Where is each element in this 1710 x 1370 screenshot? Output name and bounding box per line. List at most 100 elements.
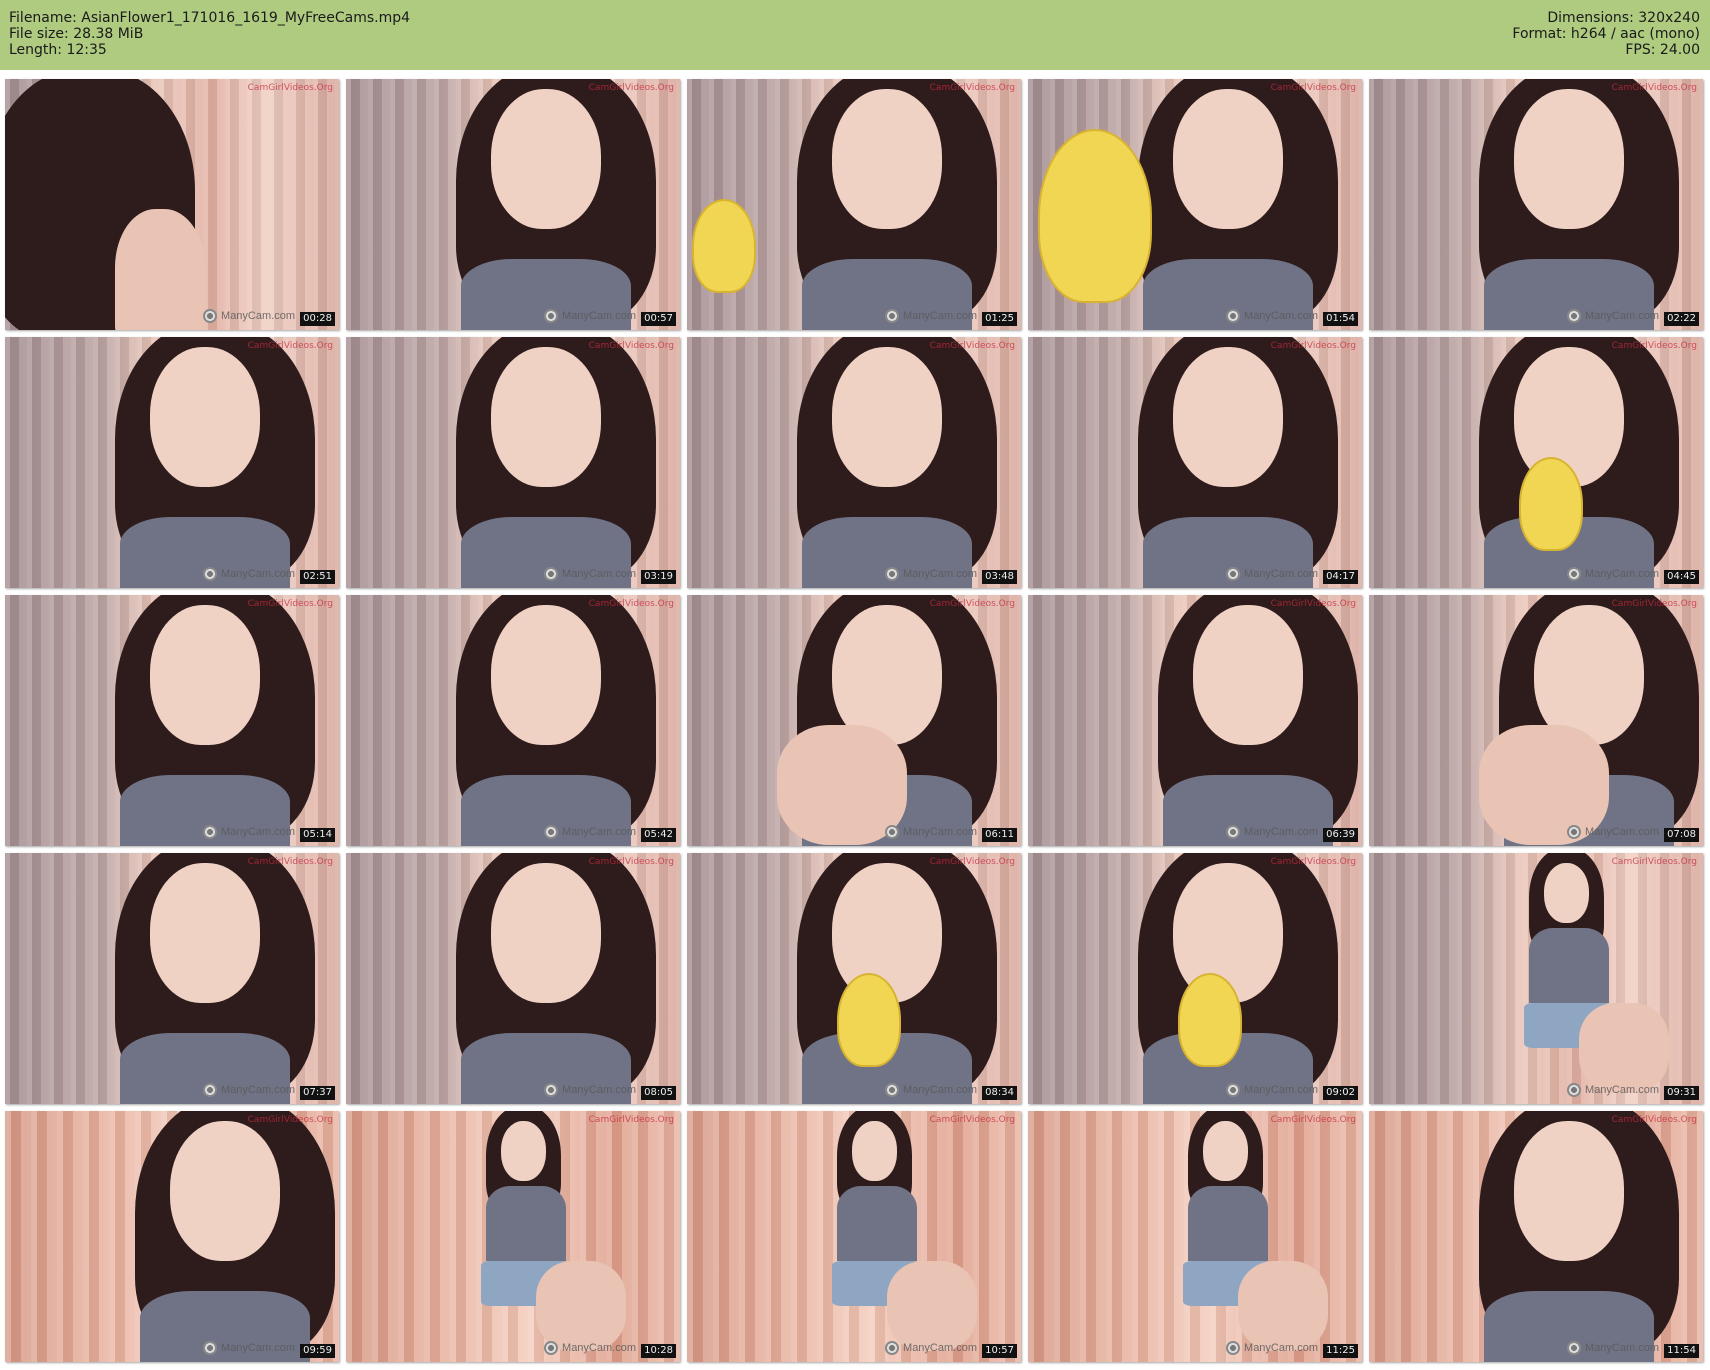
fps-label: FPS: 24.00 <box>1625 42 1700 58</box>
webcam-icon <box>203 309 218 323</box>
video-frame-thumbnail[interactable]: CamGirlVideos.Org ManyCam.com 10:57 <box>687 1111 1021 1362</box>
cam-watermark: ManyCam.com <box>1226 567 1318 581</box>
timestamp-label: 03:48 <box>982 570 1017 584</box>
webcam-icon <box>1226 1341 1241 1355</box>
video-frame-thumbnail[interactable]: CamGirlVideos.Org ManyCam.com 03:48 <box>687 337 1021 588</box>
site-watermark: CamGirlVideos.Org <box>929 1115 1015 1125</box>
video-frame-thumbnail[interactable]: CamGirlVideos.Org ManyCam.com 08:05 <box>346 853 680 1104</box>
cam-watermark: ManyCam.com <box>885 1083 977 1097</box>
face-shape <box>1173 347 1283 487</box>
file-meta-right: Dimensions: 320x240 Format: h264 / aac (… <box>1512 10 1700 58</box>
filesize-label: File size: 28.38 MiB <box>9 26 144 42</box>
video-frame-thumbnail[interactable]: CamGirlVideos.Org ManyCam.com 00:28 <box>5 79 339 330</box>
cam-watermark-label: ManyCam.com <box>562 310 636 322</box>
cam-watermark-label: ManyCam.com <box>562 1084 636 1096</box>
video-frame-thumbnail[interactable]: CamGirlVideos.Org ManyCam.com 05:14 <box>5 595 339 846</box>
webcam-icon <box>544 1083 559 1097</box>
timestamp-label: 01:25 <box>982 312 1017 326</box>
webcam-icon <box>1226 309 1241 323</box>
site-watermark: CamGirlVideos.Org <box>929 83 1015 93</box>
face-shape <box>1514 1121 1624 1261</box>
timestamp-label: 10:57 <box>982 1344 1017 1358</box>
webcam-icon <box>544 825 559 839</box>
site-watermark: CamGirlVideos.Org <box>1611 599 1697 609</box>
video-frame-thumbnail[interactable]: CamGirlVideos.Org ManyCam.com 00:57 <box>346 79 680 330</box>
face-shape <box>170 1121 280 1261</box>
banana-shape <box>1038 129 1152 303</box>
face-shape <box>832 605 942 745</box>
site-watermark: CamGirlVideos.Org <box>1611 83 1697 93</box>
video-frame-thumbnail[interactable]: CamGirlVideos.Org ManyCam.com 05:42 <box>346 595 680 846</box>
leg-shape <box>1238 1261 1328 1351</box>
face-shape <box>150 863 260 1003</box>
webcam-icon <box>203 1341 218 1355</box>
video-frame-thumbnail[interactable]: CamGirlVideos.Org ManyCam.com 01:25 <box>687 79 1021 330</box>
cam-watermark: ManyCam.com <box>203 1083 295 1097</box>
video-frame-thumbnail[interactable]: CamGirlVideos.Org ManyCam.com 06:11 <box>687 595 1021 846</box>
video-frame-thumbnail[interactable]: CamGirlVideos.Org ManyCam.com 10:28 <box>346 1111 680 1362</box>
format-label: Format: h264 / aac (mono) <box>1512 26 1700 42</box>
video-frame-thumbnail[interactable]: CamGirlVideos.Org ManyCam.com 01:54 <box>1028 79 1362 330</box>
banana-shape <box>1519 457 1583 551</box>
face-shape <box>852 1121 897 1181</box>
face-shape <box>1193 605 1303 745</box>
timestamp-label: 04:45 <box>1664 570 1699 584</box>
cam-watermark-label: ManyCam.com <box>1244 1342 1318 1354</box>
video-frame-thumbnail[interactable]: CamGirlVideos.Org ManyCam.com 09:59 <box>5 1111 339 1362</box>
timestamp-label: 05:42 <box>641 828 676 842</box>
timestamp-label: 09:02 <box>1323 1086 1358 1100</box>
cam-watermark: ManyCam.com <box>544 309 636 323</box>
cam-watermark-label: ManyCam.com <box>903 1084 977 1096</box>
video-frame-thumbnail[interactable]: CamGirlVideos.Org ManyCam.com 09:31 <box>1369 853 1703 1104</box>
length-label: Length: 12:35 <box>9 42 107 58</box>
site-watermark: CamGirlVideos.Org <box>588 83 674 93</box>
face-shape <box>1514 89 1624 229</box>
face-shape <box>491 863 601 1003</box>
video-frame-thumbnail[interactable]: CamGirlVideos.Org ManyCam.com 03:19 <box>346 337 680 588</box>
video-frame-thumbnail[interactable]: CamGirlVideos.Org ManyCam.com 02:51 <box>5 337 339 588</box>
info-header: Filename: AsianFlower1_171016_1619_MyFre… <box>0 0 1710 70</box>
video-frame-thumbnail[interactable]: CamGirlVideos.Org ManyCam.com 06:39 <box>1028 595 1362 846</box>
filename-label: Filename: AsianFlower1_171016_1619_MyFre… <box>9 10 411 26</box>
video-frame-thumbnail[interactable]: CamGirlVideos.Org ManyCam.com 08:34 <box>687 853 1021 1104</box>
video-frame-thumbnail[interactable]: CamGirlVideos.Org ManyCam.com 11:54 <box>1369 1111 1703 1362</box>
webcam-icon <box>885 1341 900 1355</box>
site-watermark: CamGirlVideos.Org <box>247 857 333 867</box>
webcam-icon <box>1567 1341 1582 1355</box>
cam-watermark-label: ManyCam.com <box>1244 1084 1318 1096</box>
face-shape <box>1173 89 1283 229</box>
site-watermark: CamGirlVideos.Org <box>1611 341 1697 351</box>
timestamp-label: 09:59 <box>300 1344 335 1358</box>
file-meta-left: Filename: AsianFlower1_171016_1619_MyFre… <box>9 10 410 58</box>
timestamp-label: 11:25 <box>1323 1344 1358 1358</box>
cam-watermark: ManyCam.com <box>885 567 977 581</box>
video-frame-thumbnail[interactable]: CamGirlVideos.Org ManyCam.com 04:17 <box>1028 337 1362 588</box>
video-frame-thumbnail[interactable]: CamGirlVideos.Org ManyCam.com 11:25 <box>1028 1111 1362 1362</box>
site-watermark: CamGirlVideos.Org <box>588 599 674 609</box>
cam-watermark: ManyCam.com <box>544 567 636 581</box>
site-watermark: CamGirlVideos.Org <box>588 341 674 351</box>
timestamp-label: 05:14 <box>300 828 335 842</box>
cam-watermark-label: ManyCam.com <box>562 1342 636 1354</box>
cam-watermark: ManyCam.com <box>1567 567 1659 581</box>
site-watermark: CamGirlVideos.Org <box>929 341 1015 351</box>
video-frame-thumbnail[interactable]: CamGirlVideos.Org ManyCam.com 02:22 <box>1369 79 1703 330</box>
video-frame-thumbnail[interactable]: CamGirlVideos.Org ManyCam.com 07:08 <box>1369 595 1703 846</box>
cam-watermark: ManyCam.com <box>203 309 295 323</box>
site-watermark: CamGirlVideos.Org <box>1270 341 1356 351</box>
cam-watermark: ManyCam.com <box>1226 1341 1318 1355</box>
site-watermark: CamGirlVideos.Org <box>588 857 674 867</box>
video-frame-thumbnail[interactable]: CamGirlVideos.Org ManyCam.com 09:02 <box>1028 853 1362 1104</box>
timestamp-label: 03:19 <box>641 570 676 584</box>
site-watermark: CamGirlVideos.Org <box>1270 83 1356 93</box>
cam-watermark-label: ManyCam.com <box>221 826 295 838</box>
video-frame-thumbnail[interactable]: CamGirlVideos.Org ManyCam.com 07:37 <box>5 853 339 1104</box>
face-shape <box>491 347 601 487</box>
cam-watermark-label: ManyCam.com <box>903 826 977 838</box>
cam-watermark: ManyCam.com <box>544 825 636 839</box>
banana-shape <box>692 199 756 293</box>
timestamp-label: 10:28 <box>641 1344 676 1358</box>
cam-watermark-label: ManyCam.com <box>562 568 636 580</box>
face-shape <box>1203 1121 1248 1181</box>
video-frame-thumbnail[interactable]: CamGirlVideos.Org ManyCam.com 04:45 <box>1369 337 1703 588</box>
